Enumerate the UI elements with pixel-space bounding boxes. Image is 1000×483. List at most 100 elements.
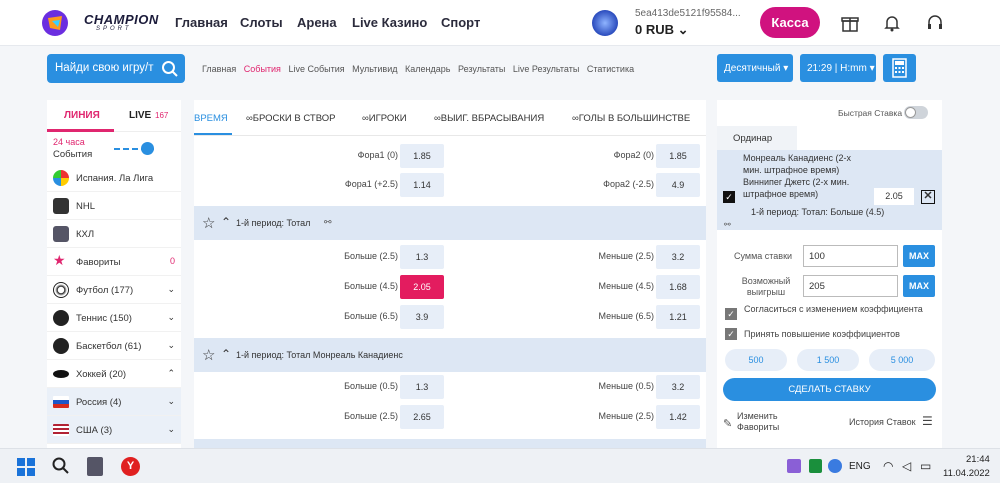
market-group-header[interactable]: ☆ ⌃ 1-й период: Тотал ⚯ (194, 206, 706, 240)
odds-button[interactable]: 2.65 (400, 405, 444, 429)
wifi-icon[interactable]: ◠ (883, 459, 893, 473)
sidebar-item-nhl[interactable]: NHL (47, 192, 181, 220)
clock-time[interactable]: 21:44 (966, 454, 990, 465)
bell-icon[interactable] (882, 13, 902, 33)
odds-button[interactable]: 1.14 (400, 173, 444, 197)
sidebar-item-usa[interactable]: США (3) ⌄ (47, 416, 181, 444)
sidebar-item-football[interactable]: Футбол (177) ⌄ (47, 276, 181, 304)
gift-icon[interactable] (840, 13, 860, 33)
tab-time[interactable]: ВРЕМЯ (194, 113, 228, 124)
cashier-button[interactable]: Касса (760, 7, 820, 38)
yandex-browser-icon[interactable]: Y (121, 457, 140, 476)
calculator-app-icon[interactable] (87, 457, 103, 476)
quick-amount-500[interactable]: 500 (725, 349, 787, 371)
sub-link-live-events[interactable]: Live События (288, 64, 344, 74)
odds-format-select[interactable]: Десятичный ▾ (717, 54, 793, 82)
edit-icon[interactable]: ✎ (723, 417, 732, 430)
nav-live-casino[interactable]: Live Казино (352, 15, 427, 30)
nav-sport[interactable]: Спорт (441, 15, 480, 30)
quick-bet-toggle[interactable] (904, 106, 928, 119)
sidebar-item-khl[interactable]: КХЛ (47, 220, 181, 248)
market-group-header[interactable] (194, 439, 706, 448)
odds-button[interactable]: 3.2 (656, 245, 700, 269)
tray-app-icon[interactable] (787, 459, 801, 473)
odds-button[interactable]: 1.85 (656, 144, 700, 168)
battery-icon[interactable]: ▭ (920, 459, 931, 473)
odds-button[interactable]: 1.85 (400, 144, 444, 168)
max-stake-button[interactable]: MAX (903, 245, 935, 267)
champion-logo[interactable] (40, 8, 72, 38)
agree-change-checkbox[interactable]: ✓ (725, 308, 737, 320)
star-icon[interactable]: ☆ (202, 214, 215, 232)
sidebar-item-favorites[interactable]: ★ Фавориты 0 (47, 248, 181, 276)
tab-ordinar[interactable]: Ординар (717, 126, 797, 150)
bet-history-link[interactable]: История Ставок (849, 417, 916, 427)
max-win-button[interactable]: MAX (903, 275, 935, 297)
time-format-select[interactable]: 21:29 | H:mm ▾ (800, 54, 876, 82)
accept-raise-checkbox[interactable]: ✓ (725, 328, 737, 340)
tray-cloud-icon[interactable] (828, 459, 842, 473)
close-icon[interactable]: ✕ (921, 190, 935, 204)
odds-button[interactable]: 1.3 (400, 245, 444, 269)
game-search[interactable]: Найди свою игру/т (47, 54, 185, 83)
chevron-up-icon[interactable]: ⌃ (221, 215, 231, 229)
sub-link-home[interactable]: Главная (202, 64, 236, 74)
stats-icon[interactable]: ⚯ (724, 220, 731, 229)
star-icon[interactable]: ☆ (202, 346, 215, 364)
windows-start-icon[interactable] (17, 458, 35, 476)
sub-link-stats[interactable]: Статистика (587, 64, 634, 74)
balance-value: 0 RUB (635, 22, 675, 37)
tab-line[interactable]: ЛИНИЯ (64, 110, 100, 121)
tab-shots[interactable]: ∞БРОСКИ В СТВОР (246, 113, 335, 124)
tab-players[interactable]: ∞ИГРОКИ (362, 113, 407, 124)
quick-amount-5000[interactable]: 5 000 (869, 349, 935, 371)
sub-link-events[interactable]: События (244, 64, 281, 74)
tab-faceoffs[interactable]: ∞ВЫИГ. ВБРАСЫВАНИЯ (434, 113, 544, 124)
nav-arena[interactable]: Арена (297, 15, 337, 30)
stake-input[interactable]: 100 (803, 245, 898, 267)
odds-button[interactable]: 4.9 (656, 173, 700, 197)
sidebar-item-tennis[interactable]: Теннис (150) ⌄ (47, 304, 181, 332)
football-icon (53, 282, 69, 298)
menu-icon[interactable]: ☰ (922, 414, 933, 428)
security-shield-icon[interactable] (809, 459, 822, 473)
sidebar-item-basketball[interactable]: Баскетбол (61) ⌄ (47, 332, 181, 360)
search-icon[interactable] (52, 457, 70, 475)
balance[interactable]: 0 RUB ⌄ (635, 22, 689, 38)
nav-home[interactable]: Главная (175, 15, 228, 30)
chevron-up-icon[interactable]: ⌃ (221, 347, 231, 361)
place-bet-button[interactable]: СДЕЛАТЬ СТАВКУ (723, 378, 936, 401)
market-group-header[interactable]: ☆ ⌃ 1-й период: Тотал Монреаль Канадиенс (194, 338, 706, 372)
sub-link-results[interactable]: Результаты (458, 64, 505, 74)
odds-button[interactable]: 3.2 (656, 375, 700, 399)
odds-button[interactable]: 1.68 (656, 275, 700, 299)
language-indicator[interactable]: ENG (849, 461, 871, 472)
period-slider-handle[interactable] (141, 142, 154, 155)
sidebar-item-russia[interactable]: Россия (4) ⌄ (47, 388, 181, 416)
headset-icon[interactable] (925, 13, 945, 33)
odds-button[interactable]: 1.42 (656, 405, 700, 429)
clock-date[interactable]: 11.04.2022 (943, 468, 990, 479)
search-icon[interactable] (161, 60, 179, 78)
sidebar-item-laliga[interactable]: Испания. Ла Лига (47, 164, 181, 192)
sub-link-live-results[interactable]: Live Результаты (513, 64, 579, 74)
stats-icon[interactable]: ⚯ (324, 217, 332, 228)
odds-button[interactable]: 1.21 (656, 305, 700, 329)
chevron-down-icon: ⌄ (167, 424, 175, 434)
calculator-button[interactable] (883, 54, 916, 82)
tab-live[interactable]: LIVE (129, 110, 151, 121)
odds-button[interactable]: 3.9 (400, 305, 444, 329)
volume-icon[interactable]: ◁ (902, 459, 911, 473)
nav-slots[interactable]: Слоты (240, 15, 283, 30)
sidebar-item-hockey[interactable]: Хоккей (20) ⌃ (47, 360, 181, 388)
tab-powerplay[interactable]: ∞ГОЛЫ В БОЛЬШИНСТВЕ (572, 113, 690, 124)
sub-link-calendar[interactable]: Календарь (405, 64, 450, 74)
sub-link-multiview[interactable]: Мультивид (352, 64, 397, 74)
edit-favorites-link[interactable]: Изменить Фавориты (737, 411, 797, 433)
quick-amount-1500[interactable]: 1 500 (797, 349, 859, 371)
user-avatar[interactable] (592, 10, 618, 36)
odds-button-selected[interactable]: 2.05 (400, 275, 444, 299)
win-input[interactable]: 205 (803, 275, 898, 297)
odds-button[interactable]: 1.3 (400, 375, 444, 399)
checkbox-checked-icon[interactable]: ✓ (723, 191, 735, 203)
